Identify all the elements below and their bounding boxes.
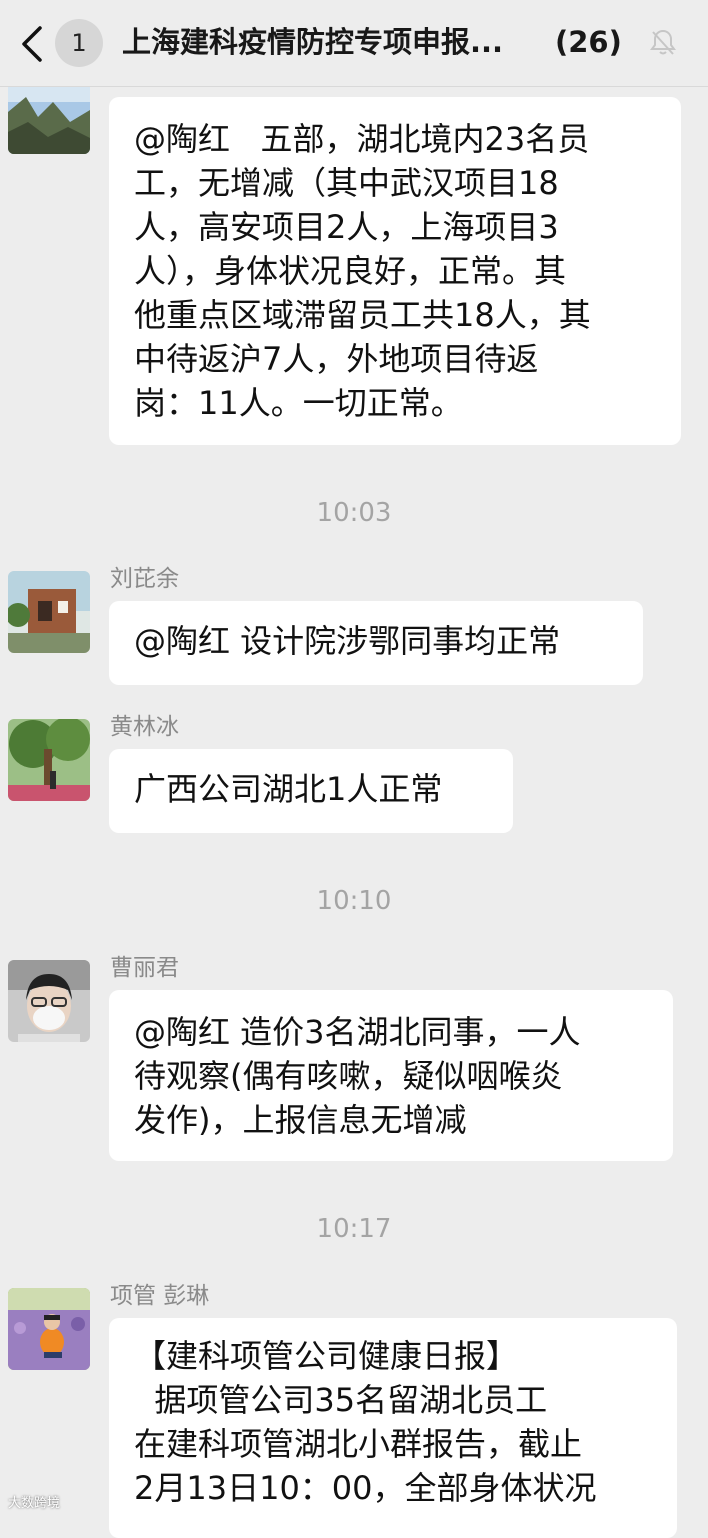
message-bubble[interactable]: 【建科项管公司健康日报】 据项管公司35名留湖北员工 在建科项管湖北小群报告，截… (109, 1318, 677, 1538)
chat-header: 1 上海建科疫情防控专项申报... (26) (0, 0, 708, 87)
avatar-house[interactable] (8, 571, 90, 653)
chevron-left-icon[interactable] (16, 24, 50, 64)
message-bubble[interactable]: @陶红 五部，湖北境内23名员 工，无增减（其中武汉项目18 人，高安项目2人，… (109, 97, 681, 445)
avatar-flower-field[interactable] (8, 1288, 90, 1370)
sender-name: 刘芘余 (110, 566, 179, 592)
unread-badge[interactable]: 1 (55, 19, 103, 67)
timestamp: 10:03 (316, 498, 392, 528)
timestamp: 10:10 (316, 886, 392, 916)
timestamp: 10:17 (316, 1214, 392, 1244)
chat-title: 上海建科疫情防控专项申报... (122, 25, 504, 59)
sender-name: 项管 彭琳 (110, 1283, 210, 1309)
avatar-person-mask[interactable] (8, 960, 90, 1042)
message-bubble[interactable]: 广西公司湖北1人正常 (109, 749, 513, 833)
message-bubble[interactable]: @陶红 设计院涉鄂同事均正常 (109, 601, 643, 685)
bell-muted-icon (650, 29, 676, 55)
member-count: (26) (555, 25, 622, 59)
sender-name: 黄林冰 (110, 714, 179, 740)
avatar-tree[interactable] (8, 719, 90, 801)
message-bubble[interactable]: @陶红 造价3名湖北同事，一人 待观察(偶有咳嗽，疑似咽喉炎 发作)，上报信息无… (109, 990, 673, 1161)
watermark: 大数跨境 (8, 1496, 61, 1511)
sender-name: 曹丽君 (110, 955, 179, 981)
